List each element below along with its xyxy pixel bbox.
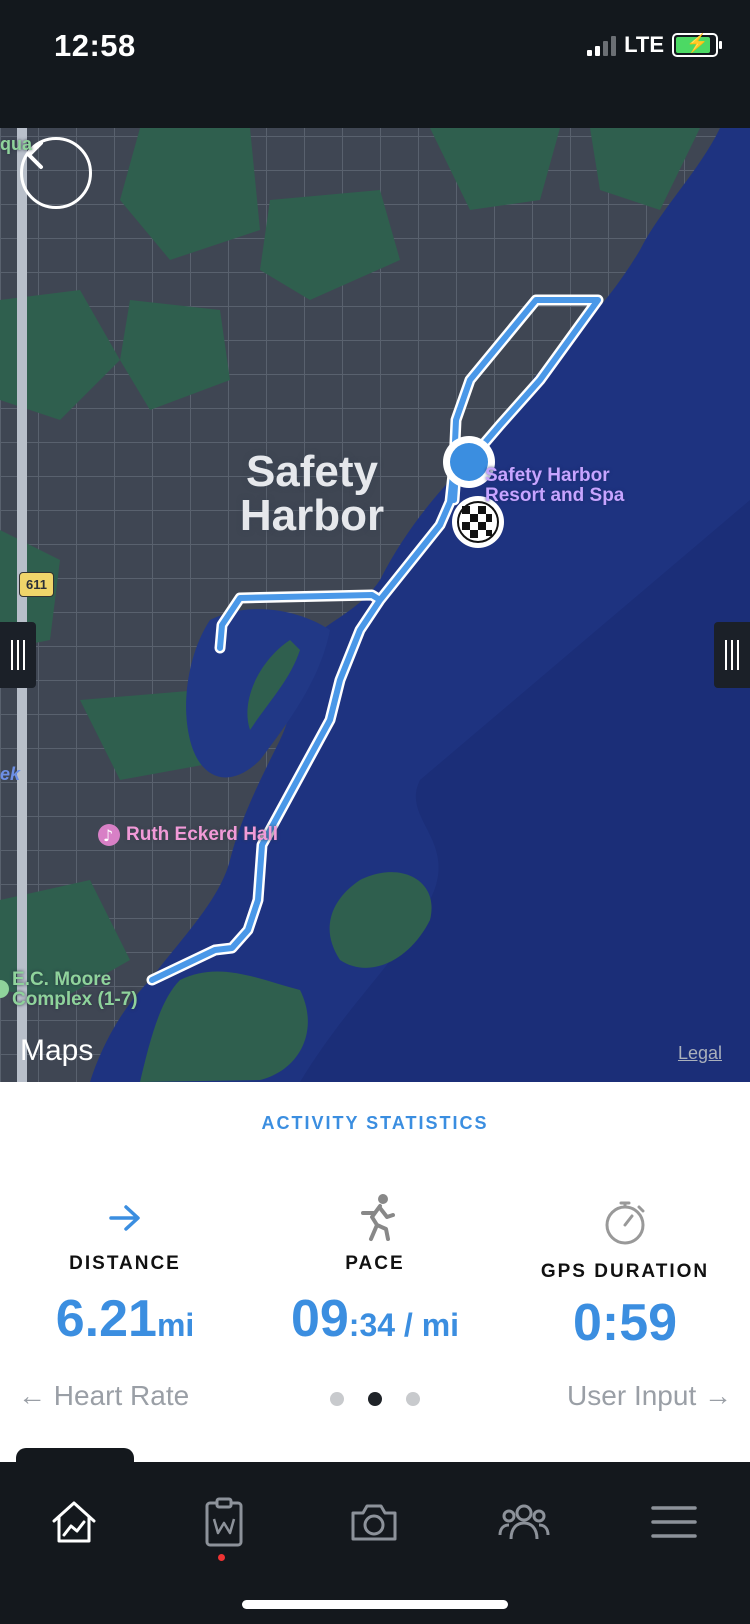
menu-icon (651, 1506, 697, 1538)
tab-camera[interactable] (324, 1482, 424, 1562)
page-dot[interactable] (330, 1392, 344, 1406)
pace-stat: PACE 09:34 / mi (250, 1193, 500, 1353)
camera-icon (351, 1504, 397, 1541)
distance-label: DISTANCE (69, 1253, 181, 1274)
gps-duration-value: 0:59 (572, 1294, 678, 1352)
status-time: 12:58 (54, 28, 136, 63)
route-map[interactable]: ♪ Safety Harbor Safety Harbor Resort and… (0, 128, 750, 1082)
tab-community[interactable] (474, 1482, 574, 1562)
page-dot-active[interactable] (368, 1392, 382, 1406)
edge-label-top: qua (0, 134, 33, 154)
edge-label-creek: ek (0, 764, 21, 784)
tab-home[interactable] (24, 1482, 124, 1562)
status-bar: 12:58 LTE ⚡ (0, 0, 750, 128)
network-label: LTE (624, 32, 664, 57)
arrow-right-icon (0, 1193, 250, 1243)
right-drawer-handle[interactable] (714, 622, 750, 688)
home-chart-icon (52, 1501, 96, 1543)
tab-bar (0, 1462, 750, 1624)
stopwatch-icon (500, 1193, 750, 1251)
page-indicator[interactable] (330, 1392, 420, 1406)
distance-value: 6.21mi (55, 1290, 195, 1348)
page-dot[interactable] (406, 1392, 420, 1406)
legal-link[interactable]: Legal (678, 1043, 722, 1064)
prev-page-link[interactable]: ← Heart Rate (18, 1380, 189, 1412)
resort-label[interactable]: Safety Harbor Resort and Spa (485, 466, 624, 506)
stats-title: ACTIVITY STATISTICS (261, 1113, 489, 1133)
notification-dot (218, 1554, 225, 1561)
workout-clipboard-icon (205, 1497, 243, 1547)
battery-icon: ⚡ (672, 33, 722, 57)
svg-text:♪: ♪ (103, 826, 113, 845)
runner-icon (250, 1193, 500, 1243)
complex-label[interactable]: E.C. Moore Complex (1-7) (12, 970, 138, 1010)
town-label: Safety Harbor (239, 447, 385, 540)
hall-label[interactable]: Ruth Eckerd Hall (126, 824, 278, 846)
distance-stat: DISTANCE 6.21mi (0, 1193, 250, 1353)
apple-maps-logo: Maps (20, 1034, 94, 1067)
signal-icon (587, 34, 617, 56)
community-icon (498, 1504, 550, 1540)
status-indicators: LTE ⚡ (587, 32, 722, 58)
stats-pager: ← Heart Rate User Input → (0, 1380, 750, 1420)
left-drawer-handle[interactable] (0, 622, 36, 688)
tab-workouts[interactable] (174, 1482, 274, 1562)
road-badge: 611 (19, 572, 54, 597)
tab-menu[interactable] (624, 1482, 724, 1562)
gps-duration-stat: GPS DURATION 0:59 (500, 1193, 750, 1351)
home-indicator (242, 1600, 508, 1609)
gps-duration-label: GPS DURATION (540, 1261, 710, 1282)
pace-label: PACE (345, 1253, 405, 1274)
map-canvas: ♪ (0, 128, 750, 1082)
pace-value: 09:34 / mi (290, 1290, 460, 1348)
next-page-link[interactable]: User Input → (567, 1380, 732, 1412)
